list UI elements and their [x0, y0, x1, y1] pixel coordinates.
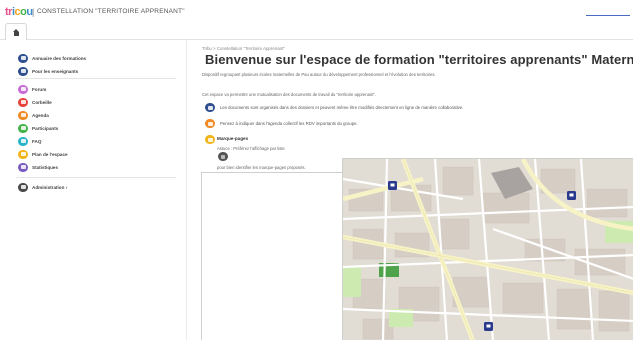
stats-icon — [18, 162, 28, 172]
sidebar-item-label: Administration › — [32, 184, 68, 190]
calendar-icon — [18, 110, 28, 120]
sitemap-icon — [18, 149, 28, 159]
trash-icon — [18, 97, 28, 107]
gear-icon — [18, 182, 28, 192]
users-icon — [18, 66, 28, 76]
sidebar-item-label: Agenda — [32, 112, 49, 118]
bookmark-icon[interactable] — [205, 135, 215, 144]
sidebar-item-statistiques[interactable]: Statistiques — [18, 162, 58, 172]
sidebar-item-forum[interactable]: Forum — [18, 84, 46, 94]
bookmarks-tip: Astuce : Préférez l'affichage par liste — [217, 146, 285, 151]
bookmarks-title: Marque-pages — [217, 136, 249, 141]
map-marker-icon[interactable] — [388, 181, 397, 190]
book-icon — [18, 53, 28, 63]
user-menu-underline[interactable] — [586, 11, 630, 16]
sidebar-item-label: Statistiques — [32, 164, 59, 170]
logo-part: tr — [5, 6, 12, 18]
page-title: Bienvenue sur l'espace de formation "ter… — [205, 52, 633, 67]
calendar-icon[interactable] — [205, 119, 215, 128]
sidebar-item-label: Forum — [32, 86, 47, 92]
map-marker-icon[interactable] — [484, 322, 493, 331]
feature-agenda: Pensez à indiquer dans l'agenda collecti… — [205, 119, 358, 128]
list-view-icon[interactable] — [218, 152, 228, 161]
feature-text: Les documents sont organisés dans des do… — [220, 105, 464, 110]
sidebar-item-label: Participants — [32, 125, 59, 131]
intro-text-2: Cet espace va permettre une mutualisatio… — [202, 92, 377, 97]
question-icon — [18, 136, 28, 146]
site-title[interactable]: CONSTELLATION "TERRITOIRE APPRENANT" — [37, 8, 185, 15]
sidebar-item-administration[interactable]: Administration › — [18, 182, 67, 192]
sidebar-item-label: Annuaire des formations — [32, 55, 87, 61]
sidebar-item-label: Corbeille — [32, 99, 52, 105]
chat-icon — [18, 84, 28, 94]
breadcrumb[interactable]: Tribu > Constellation "Territoire Appren… — [202, 46, 285, 51]
map-marker-icon[interactable] — [567, 191, 576, 200]
intro-text: Dispositif regroupant plusieurs écoles m… — [202, 72, 436, 77]
sidebar-item-agenda[interactable]: Agenda — [18, 110, 49, 120]
sidebar-item-participants[interactable]: Participants — [18, 123, 58, 133]
sidebar-item-faq[interactable]: FAQ — [18, 136, 41, 146]
top-header: tricou | CONSTELLATION "TERRITOIRE APPRE… — [0, 0, 633, 40]
home-tab[interactable] — [5, 23, 27, 40]
sidebar-item-enseignants[interactable]: Pour les enseignants — [18, 66, 78, 76]
sidebar-item-label: Pour les enseignants — [32, 68, 79, 74]
bookmarks-help: pour bien identifier les marque-pages pr… — [217, 165, 306, 170]
title-separator: | — [32, 7, 35, 17]
app-logo[interactable]: tricou — [5, 6, 33, 18]
feature-text: Pensez à indiquer dans l'agenda collecti… — [220, 121, 358, 126]
map-canvas — [343, 159, 633, 340]
people-icon — [18, 123, 28, 133]
sidebar-item-label: FAQ — [32, 138, 42, 144]
bookmarks-map[interactable] — [342, 158, 633, 340]
bookmarks-list-panel[interactable] — [201, 172, 342, 340]
sidebar-item-annuaire[interactable]: Annuaire des formations — [18, 53, 86, 63]
feature-documents: Les documents sont organisés dans des do… — [205, 103, 463, 112]
sidebar-item-plan[interactable]: Plan de l'espace — [18, 149, 68, 159]
document-icon[interactable] — [205, 103, 215, 112]
sidebar-divider — [16, 177, 176, 178]
sidebar-item-label: Plan de l'espace — [32, 151, 68, 157]
sidebar-item-corbeille[interactable]: Corbeille — [18, 97, 52, 107]
home-icon — [12, 28, 20, 36]
sidebar-divider — [16, 78, 176, 79]
